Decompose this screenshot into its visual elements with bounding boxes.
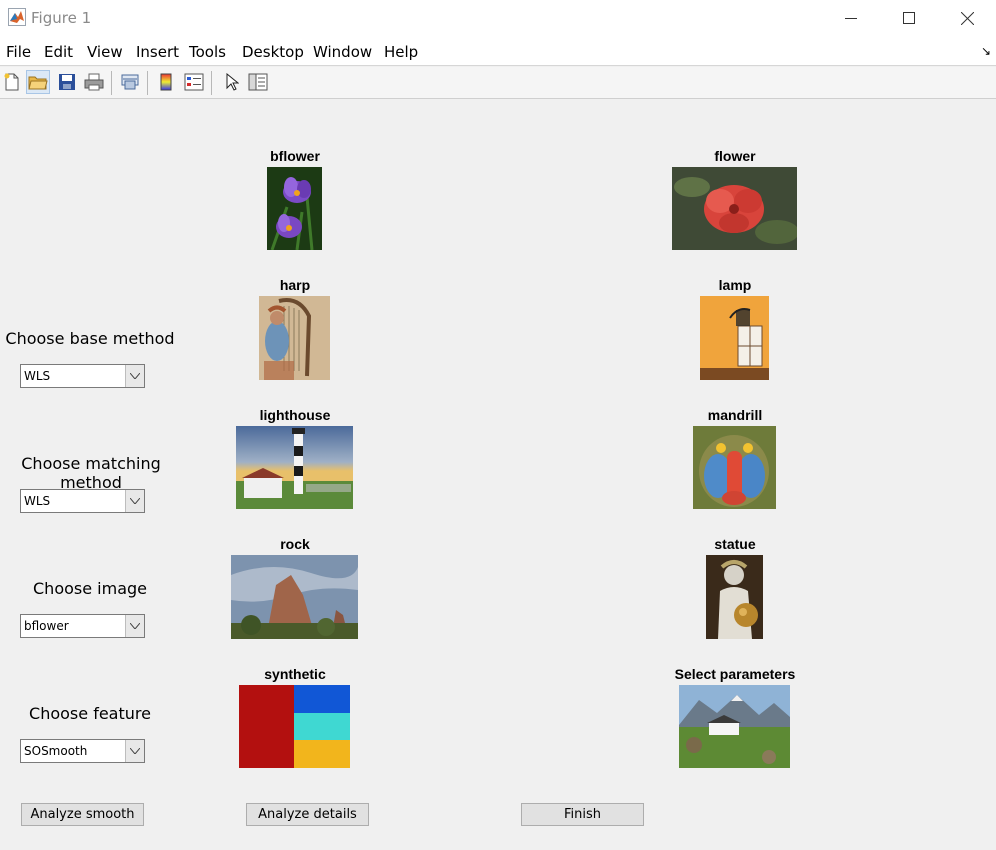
mandrill-image[interactable] [693,426,776,509]
rock-title: rock [280,536,310,552]
lamp-title: lamp [718,277,752,293]
menu-view[interactable]: View [87,43,123,61]
analyze-smooth-button[interactable]: Analyze smooth [21,803,144,826]
matching-method-label: Choose matching method [21,454,161,492]
save-icon[interactable] [55,70,79,94]
menu-insert[interactable]: Insert [136,43,179,61]
select-parameters-image[interactable] [679,685,790,768]
matching-method-select[interactable]: WLS [20,489,145,513]
statue-image[interactable] [706,555,763,639]
close-button[interactable] [938,0,996,36]
select-parameters-title: Select parameters [674,666,796,682]
title-bar: Figure 1 [0,0,996,36]
lighthouse-image[interactable] [236,426,353,509]
maximize-icon [903,12,915,24]
feature-value: SOSmooth [24,744,88,758]
synthetic-title: synthetic [264,666,326,682]
toolbar-separator [211,71,212,95]
pointer-icon[interactable] [220,70,244,94]
feature-label: Choose feature [29,704,151,723]
base-method-value: WLS [24,369,51,383]
mandrill-title: mandrill [707,407,763,423]
menu-edit[interactable]: Edit [44,43,73,61]
menu-bar: File Edit View Insert Tools Desktop Wind… [0,36,996,66]
dock-arrow-icon[interactable]: ↘ [981,44,991,58]
minimize-button[interactable] [822,0,880,36]
toolbar-separator [147,71,148,95]
synthetic-image[interactable] [239,685,350,768]
feature-select[interactable]: SOSmooth [20,739,145,763]
maximize-button[interactable] [880,0,938,36]
print-icon[interactable] [82,70,106,94]
close-icon [960,11,974,25]
matlab-logo-icon [8,8,26,26]
flower-image[interactable] [672,167,797,250]
menu-desktop[interactable]: Desktop [242,43,304,61]
menu-tools[interactable]: Tools [189,43,226,61]
minimize-icon [845,18,857,19]
lamp-image[interactable] [700,296,769,380]
bflower-title: bflower [270,148,320,164]
analyze-details-button[interactable]: Analyze details [246,803,369,826]
legend-icon[interactable] [182,70,206,94]
menu-file[interactable]: File [6,43,31,61]
rock-image[interactable] [231,555,358,639]
toolbar-separator [111,71,112,95]
open-file-icon[interactable] [26,70,50,94]
chevron-down-icon[interactable] [125,740,144,762]
window-title: Figure 1 [31,9,92,27]
new-figure-icon[interactable] [0,70,24,94]
lighthouse-title: lighthouse [259,407,331,423]
property-inspector-icon[interactable] [246,70,270,94]
chevron-down-icon[interactable] [125,365,144,387]
colorbar-icon[interactable] [154,70,178,94]
statue-title: statue [714,536,756,552]
harp-image[interactable] [259,296,330,380]
finish-button[interactable]: Finish [521,803,644,826]
flower-title: flower [714,148,756,164]
menu-help[interactable]: Help [384,43,418,61]
bflower-image[interactable] [267,167,322,250]
image-select[interactable]: bflower [20,614,145,638]
image-label: Choose image [33,579,147,598]
base-method-label: Choose base method [5,329,175,348]
chevron-down-icon[interactable] [125,490,144,512]
matching-method-value: WLS [24,494,51,508]
base-method-select[interactable]: WLS [20,364,145,388]
link-plot-icon[interactable] [118,70,142,94]
image-value: bflower [24,619,69,633]
menu-window[interactable]: Window [313,43,372,61]
harp-title: harp [279,277,311,293]
toolbar [0,67,996,99]
chevron-down-icon[interactable] [125,615,144,637]
